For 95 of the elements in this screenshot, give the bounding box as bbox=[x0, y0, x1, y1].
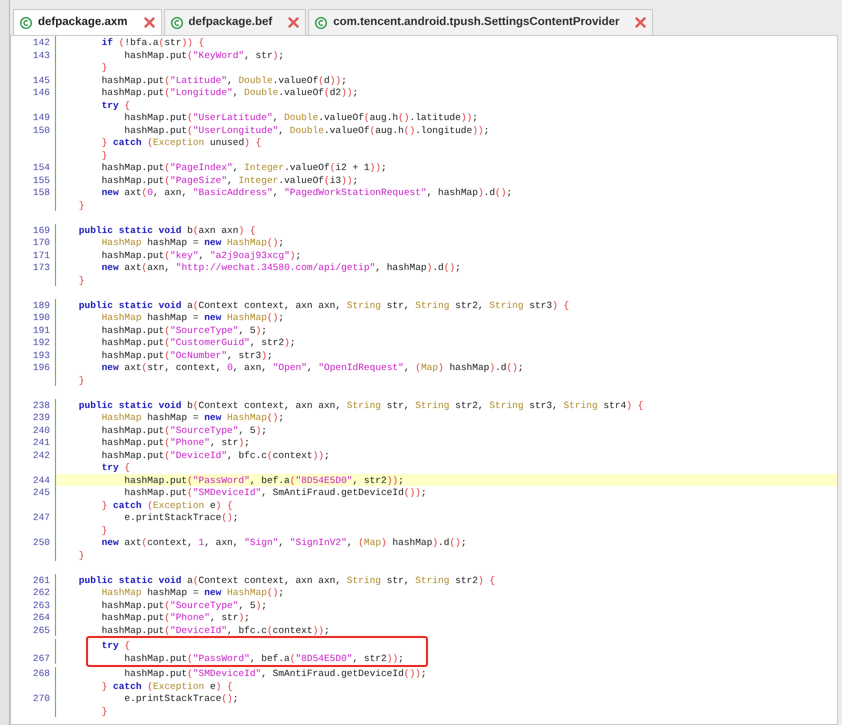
code-line: hashMap.put("key", "a2j9oaj93xcg"); bbox=[100, 250, 302, 262]
code-line: hashMap.put("SourceType", 5); bbox=[100, 324, 267, 337]
line-number: 245 bbox=[32, 487, 50, 498]
line-number: 170 bbox=[32, 237, 50, 248]
code-line: public static void a(Context context, axn axn, String str, String str2, String str3) { bbox=[78, 300, 570, 312]
close-icon[interactable] bbox=[635, 17, 646, 28]
code-line: } bbox=[100, 524, 108, 537]
code-line: e.printStackTrace(); bbox=[123, 512, 238, 524]
code-line: } bbox=[100, 62, 108, 74]
code-line: new axt(str, context, 0, axn, "Open", "OpenIdRequest", (Map) hashMap).d(); bbox=[100, 362, 524, 374]
code-line: hashMap.put("DeviceId", bfc.c(context)); bbox=[100, 450, 330, 462]
code-line: } catch (Exception e) { bbox=[100, 500, 233, 512]
editor-tab[interactable]: defpackage.bef bbox=[164, 9, 306, 35]
code-line: try { bbox=[100, 462, 130, 474]
code-line: try { bbox=[100, 640, 130, 652]
code-line: hashMap.put("Phone", str); bbox=[100, 612, 250, 624]
class-icon bbox=[170, 16, 182, 28]
code-line: hashMap.put("PageSize", Integer.valueOf(i3)); bbox=[100, 174, 358, 187]
line-number: 169 bbox=[32, 224, 50, 236]
code-line: } bbox=[78, 274, 85, 287]
line-number: 240 bbox=[32, 424, 50, 436]
code-line: if (!bfa.a(str)) { bbox=[100, 37, 204, 50]
close-icon[interactable] bbox=[288, 17, 300, 28]
line-number: 247 bbox=[32, 512, 50, 523]
line-number: 238 bbox=[32, 400, 50, 410]
line-number: 264 bbox=[32, 612, 50, 623]
line-number: 145 bbox=[32, 74, 50, 86]
line-number: 261 bbox=[32, 574, 50, 586]
line-number: 190 bbox=[32, 312, 50, 323]
line-number: 239 bbox=[32, 412, 50, 423]
code-line: new axt(axn, "http://wechat.34580.com/api/getip", hashMap).d(); bbox=[100, 262, 461, 274]
code-line: } bbox=[100, 150, 108, 162]
code-line: HashMap hashMap = new HashMap(); bbox=[100, 412, 284, 424]
code-line: hashMap.put("SourceType", 5); bbox=[100, 424, 267, 437]
code-line: try { bbox=[100, 100, 130, 112]
code-line: hashMap.put("PassWord", bef.a("8D54E5D0", str2)); bbox=[123, 652, 404, 665]
line-number: 154 bbox=[32, 162, 50, 173]
code-line: hashMap.put("SourceType", 5); bbox=[100, 600, 267, 612]
line-number: 171 bbox=[32, 250, 50, 260]
code-line: public static void b(axn axn) { bbox=[78, 224, 256, 237]
code-line: hashMap.put("KeyWord", str); bbox=[123, 50, 284, 62]
line-number: 191 bbox=[32, 324, 50, 336]
code-line: hashMap.put("Longitude", Double.valueOf(d2)); bbox=[100, 87, 358, 100]
code-line: } bbox=[78, 374, 85, 387]
line-number: 250 bbox=[32, 537, 50, 548]
line-number: 270 bbox=[32, 693, 50, 704]
code-line: } bbox=[78, 550, 85, 562]
code-line: HashMap hashMap = new HashMap(); bbox=[100, 237, 284, 250]
line-number: 149 bbox=[32, 112, 50, 123]
code-line: hashMap.put("PageIndex", Integer.valueOf(i2 + 1)); bbox=[100, 162, 387, 174]
line-number: 173 bbox=[32, 262, 50, 273]
code-line: hashMap.put("PassWord", bef.a("8D54E5D0", str2)); bbox=[123, 474, 404, 487]
line-number: 267 bbox=[32, 652, 50, 664]
line-number: 192 bbox=[32, 337, 50, 348]
code-line: hashMap.put("DeviceId", bfc.c(context)); bbox=[100, 624, 330, 637]
close-icon[interactable] bbox=[144, 17, 154, 28]
code-line: HashMap hashMap = new HashMap(); bbox=[100, 312, 284, 324]
code-line: public static void b(Context context, axn axn, String str, String str2, String str3, String str4) { bbox=[78, 400, 644, 412]
code-line: hashMap.put("Phone", str); bbox=[100, 437, 250, 450]
line-number: 146 bbox=[32, 87, 50, 98]
line-number: 155 bbox=[32, 174, 50, 186]
line-number: 158 bbox=[32, 187, 50, 198]
line-number: 268 bbox=[32, 668, 50, 679]
line-number: 265 bbox=[32, 624, 50, 636]
line-number: 196 bbox=[32, 362, 50, 373]
code-line: hashMap.put("UserLatitude", Double.valueOf(aug.h().latitude)); bbox=[123, 112, 478, 124]
line-number: 143 bbox=[32, 50, 50, 60]
code-line: new axt(context, 1, axn, "Sign", "SignInV2", (Map) hashMap).d(); bbox=[100, 537, 467, 550]
line-number: 242 bbox=[32, 450, 50, 460]
line-number: 262 bbox=[32, 587, 50, 598]
code-line: hashMap.put("UserLongitude", Double.valueOf(aug.h().longitude)); bbox=[123, 124, 490, 137]
line-number: 263 bbox=[32, 600, 50, 610]
code-line: public static void a(Context context, axn axn, String str, String str2) { bbox=[78, 574, 496, 587]
code-line: e.printStackTrace(); bbox=[123, 693, 238, 706]
line-number: 150 bbox=[32, 124, 50, 136]
code-line: new axt(0, axn, "BasicAddress", "PagedWorkStationRequest", hashMap).d(); bbox=[100, 187, 512, 200]
editor-tab[interactable]: defpackage.axm bbox=[13, 9, 162, 35]
code-line: } catch (Exception e) { bbox=[100, 680, 233, 693]
code-line: } bbox=[78, 200, 85, 212]
class-icon bbox=[315, 16, 328, 28]
code-line: hashMap.put("CustomerGuid", str2); bbox=[100, 337, 296, 350]
class-icon bbox=[20, 16, 32, 28]
editor-tab[interactable]: com.tencent.android.tpush.SettingsContentProvider bbox=[308, 9, 654, 35]
line-number: 189 bbox=[32, 300, 50, 310]
code-line: hashMap.put("SMDeviceId", SmAntiFraud.getDeviceId()); bbox=[123, 668, 427, 680]
line-number: 193 bbox=[32, 350, 50, 360]
code-line: hashMap.put("Latitude", Double.valueOf(d)); bbox=[100, 74, 347, 87]
code-line: hashMap.put("SMDeviceId", SmAntiFraud.getDeviceId()); bbox=[123, 487, 427, 500]
code-line: } bbox=[100, 706, 108, 718]
code-line: } catch (Exception unused) { bbox=[100, 137, 262, 150]
line-number: 244 bbox=[32, 474, 50, 486]
code-line: HashMap hashMap = new HashMap(); bbox=[100, 587, 284, 600]
code-line: hashMap.put("OcNumber", str3); bbox=[100, 350, 273, 362]
line-number: 241 bbox=[32, 437, 50, 448]
line-number: 142 bbox=[32, 37, 50, 48]
